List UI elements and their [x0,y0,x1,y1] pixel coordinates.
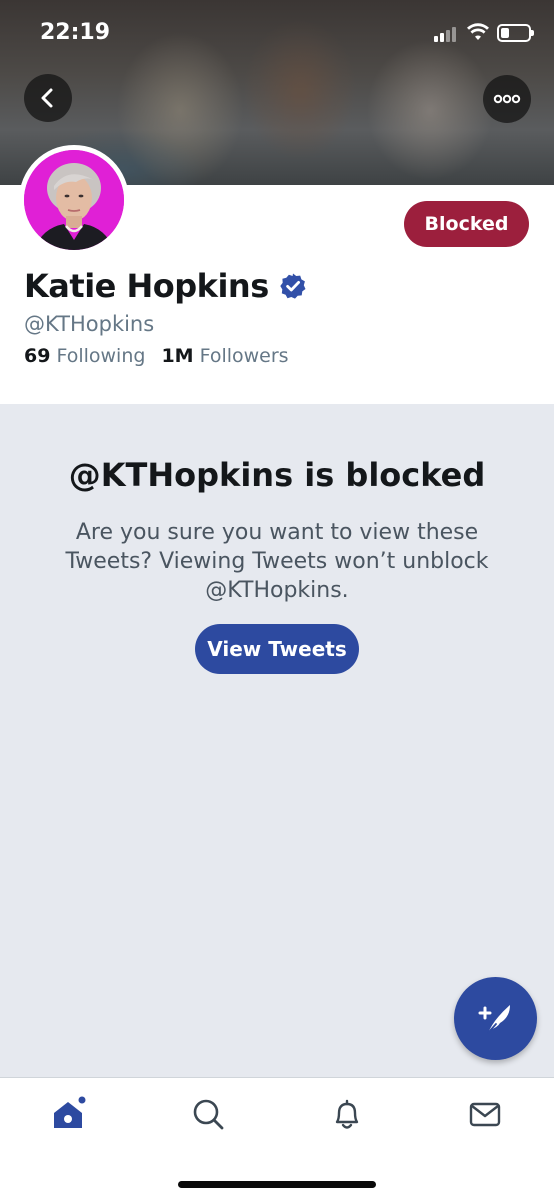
following-link[interactable]: 69 Following [24,345,145,367]
messages-icon [469,1102,501,1127]
profile-handle: @KTHopkins [24,312,155,336]
status-bar: 22:19 [0,0,554,70]
back-button[interactable] [24,74,72,122]
verified-badge-icon [280,273,306,299]
following-label: Following [56,345,146,367]
view-tweets-button[interactable]: View Tweets [195,624,359,674]
home-indicator[interactable] [178,1181,376,1188]
compose-tweet-button[interactable] [454,977,537,1060]
profile-name: Katie Hopkins [24,267,269,305]
profile-name-row: Katie Hopkins [24,266,307,306]
following-count: 69 [24,345,51,367]
avatar-frame[interactable] [19,145,129,255]
followers-label: Followers [199,345,289,367]
followers-count: 1M [161,345,194,367]
tab-home[interactable] [48,1094,88,1134]
profile-stats: 69 Following 1M Followers [24,345,305,367]
tab-notifications[interactable] [327,1094,367,1134]
more-options-button[interactable] [483,75,531,123]
blocked-button[interactable]: Blocked [404,201,529,247]
battery-icon [497,24,534,42]
notifications-icon [335,1099,359,1129]
avatar [24,150,124,250]
chevron-left-icon [41,88,53,108]
wifi-icon [467,23,489,40]
blocked-message: Are you sure you want to view these Twee… [65,520,489,603]
tab-messages[interactable] [465,1094,505,1134]
status-time: 22:19 [40,20,111,45]
blocked-panel [0,404,554,1078]
followers-link[interactable]: 1M Followers [161,345,288,367]
cellular-signal-icon [434,26,460,42]
tab-search[interactable] [188,1094,228,1134]
search-icon [193,1099,224,1130]
home-icon [54,1096,86,1128]
blocked-title: @KTHopkins is blocked [68,456,486,494]
avatar-portrait [24,150,124,250]
more-horizontal-icon [493,94,521,104]
compose-tweet-icon [478,1004,510,1034]
